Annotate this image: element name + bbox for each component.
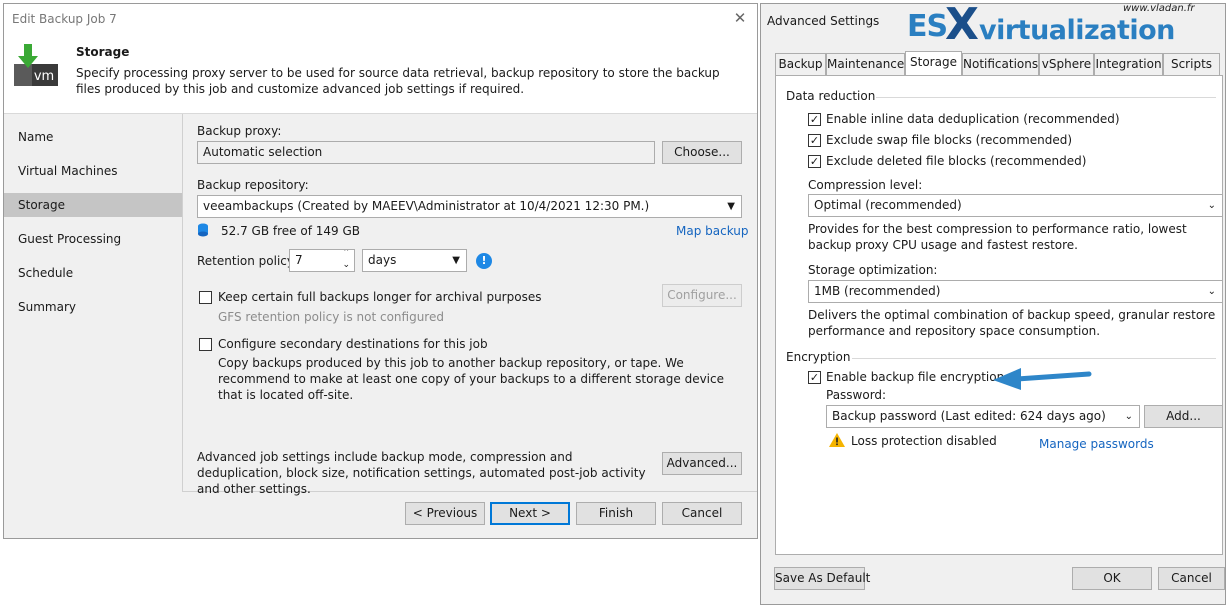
advanced-settings-description: Advanced job settings include backup mod… <box>197 450 646 496</box>
password-select[interactable]: Backup password (Last edited: 624 days a… <box>826 405 1140 428</box>
storage-content: Backup proxy: Automatic selection Choose… <box>182 114 757 496</box>
arrow-annotation-icon <box>993 368 1092 390</box>
dialog-title: Advanced Settings <box>767 14 880 28</box>
watermark-site: www.vladan.fr <box>1123 3 1195 14</box>
group-divider <box>852 358 1216 359</box>
wizard-nav: Name Virtual Machines Storage Guest Proc… <box>4 114 182 494</box>
ok-button[interactable]: OK <box>1072 567 1152 590</box>
retention-policy-label: Retention policy: <box>197 254 298 268</box>
retention-unit: days <box>368 253 397 267</box>
keep-full-backups-checkbox[interactable] <box>199 291 212 304</box>
compression-description: Provides for the best compression to per… <box>808 222 1187 252</box>
esxvirtualization-watermark: www.vladan.fr ES X virtualization <box>905 0 1227 50</box>
secondary-destinations-checkbox[interactable] <box>199 338 212 351</box>
info-icon[interactable]: ! <box>476 253 492 269</box>
warning-icon <box>829 433 845 447</box>
retention-value-stepper[interactable]: 7 ⌃ ⌄ <box>289 249 355 272</box>
backup-repository-label: Backup repository: <box>197 178 309 192</box>
wizard-header: vm Storage Specify processing proxy serv… <box>4 32 757 114</box>
enable-encryption-label: Enable backup file encryption <box>826 370 1005 384</box>
retention-value: 7 <box>295 253 303 267</box>
tab-vsphere[interactable]: vSphere <box>1039 53 1094 75</box>
cancel-button[interactable]: Cancel <box>662 502 742 525</box>
loss-protection-warning: Loss protection disabled <box>851 434 997 448</box>
chevron-down-icon: ⌄ <box>1207 286 1216 297</box>
secondary-destinations-description: Copy backups produced by this job to ano… <box>218 356 724 402</box>
nav-item-schedule[interactable]: Schedule <box>4 261 182 285</box>
data-reduction-group-label: Data reduction <box>786 89 876 103</box>
chevron-down-icon: ▼ <box>727 201 735 212</box>
repository-free-space: 52.7 GB free of 149 GB <box>221 224 360 238</box>
edit-backup-job-dialog: Edit Backup Job 7 ✕ vm Storage Specify p… <box>3 3 758 539</box>
database-icon <box>198 223 208 237</box>
advanced-settings-dialog: Advanced Settings Backup Maintenance Sto… <box>760 3 1226 605</box>
exclude-swap-checkbox[interactable]: ✓ <box>808 134 821 147</box>
tab-notifications[interactable]: Notifications <box>962 53 1039 75</box>
encryption-group-label: Encryption <box>786 350 851 364</box>
exclude-swap-label: Exclude swap file blocks (recommended) <box>826 133 1073 147</box>
nav-item-summary[interactable]: Summary <box>4 295 182 319</box>
backup-repository-value: veeambackups (Created by MAEEV\Administr… <box>203 199 650 213</box>
inline-dedup-label: Enable inline data deduplication (recomm… <box>826 112 1120 126</box>
next-button[interactable]: Next > <box>490 502 570 525</box>
tab-maintenance[interactable]: Maintenance <box>826 53 905 75</box>
storage-optimization-description: Delivers the optimal combination of back… <box>808 308 1216 338</box>
add-password-button[interactable]: Add... <box>1144 405 1223 428</box>
cancel-advanced-button[interactable]: Cancel <box>1158 567 1225 590</box>
storage-tab-panel: Data reduction ✓ Enable inline data dedu… <box>775 75 1223 555</box>
nav-item-storage[interactable]: Storage <box>4 193 182 217</box>
page-description: Specify processing proxy server to be us… <box>76 66 720 96</box>
group-divider <box>876 97 1216 98</box>
page-title: Storage <box>76 45 130 59</box>
exclude-deleted-checkbox[interactable]: ✓ <box>808 155 821 168</box>
storage-optimization-label: Storage optimization: <box>808 263 938 277</box>
backup-proxy-field[interactable]: Automatic selection <box>197 141 655 164</box>
watermark-virtualization: virtualization <box>979 15 1175 46</box>
title-bar: Edit Backup Job 7 ✕ <box>4 4 757 32</box>
gfs-note: GFS retention policy is not configured <box>218 310 444 324</box>
compression-level-select[interactable]: Optimal (recommended) ⌄ <box>808 194 1223 217</box>
storage-optimization-value: 1MB (recommended) <box>814 284 941 298</box>
storage-optimization-select[interactable]: 1MB (recommended) ⌄ <box>808 280 1223 303</box>
choose-proxy-button[interactable]: Choose... <box>662 141 742 164</box>
tab-backup[interactable]: Backup <box>775 53 826 75</box>
chevron-down-icon: ▼ <box>452 255 460 266</box>
manage-passwords-link[interactable]: Manage passwords <box>1039 437 1154 451</box>
chevron-down-icon: ⌄ <box>1124 411 1133 422</box>
storage-vm-icon: vm <box>14 44 58 86</box>
configure-gfs-button[interactable]: Configure... <box>662 284 742 307</box>
enable-encryption-checkbox[interactable]: ✓ <box>808 371 821 384</box>
watermark-es: ES <box>907 9 948 44</box>
tab-scripts[interactable]: Scripts <box>1163 53 1220 75</box>
nav-item-virtual-machines[interactable]: Virtual Machines <box>4 159 182 183</box>
window-title: Edit Backup Job 7 <box>12 12 117 26</box>
watermark-x: X <box>945 0 979 50</box>
map-backup-link[interactable]: Map backup <box>676 224 749 238</box>
tab-integration[interactable]: Integration <box>1094 53 1163 75</box>
previous-button[interactable]: < Previous <box>405 502 485 525</box>
stepper-arrows-icon[interactable]: ⌃ ⌄ <box>342 250 350 271</box>
password-label: Password: <box>826 388 887 402</box>
exclude-deleted-label: Exclude deleted file blocks (recommended… <box>826 154 1087 168</box>
compression-level-label: Compression level: <box>808 178 923 192</box>
backup-repository-select[interactable]: veeambackups (Created by MAEEV\Administr… <box>197 195 742 218</box>
chevron-down-icon: ⌄ <box>1207 200 1216 211</box>
advanced-button[interactable]: Advanced... <box>662 452 742 475</box>
vm-icon-text: vm <box>34 69 54 84</box>
inline-dedup-checkbox[interactable]: ✓ <box>808 113 821 126</box>
finish-button[interactable]: Finish <box>576 502 656 525</box>
nav-item-guest-processing[interactable]: Guest Processing <box>4 227 182 251</box>
backup-proxy-label: Backup proxy: <box>197 124 282 138</box>
compression-level-value: Optimal (recommended) <box>814 198 962 212</box>
save-as-default-button[interactable]: Save As Default <box>774 567 870 590</box>
tab-storage[interactable]: Storage <box>905 51 962 75</box>
keep-full-backups-label: Keep certain full backups longer for arc… <box>218 290 542 304</box>
close-icon[interactable]: ✕ <box>730 8 750 28</box>
secondary-destinations-label: Configure secondary destinations for thi… <box>218 337 488 351</box>
retention-unit-select[interactable]: days ▼ <box>362 249 467 272</box>
password-value: Backup password (Last edited: 624 days a… <box>832 409 1106 423</box>
nav-item-name[interactable]: Name <box>4 125 182 149</box>
